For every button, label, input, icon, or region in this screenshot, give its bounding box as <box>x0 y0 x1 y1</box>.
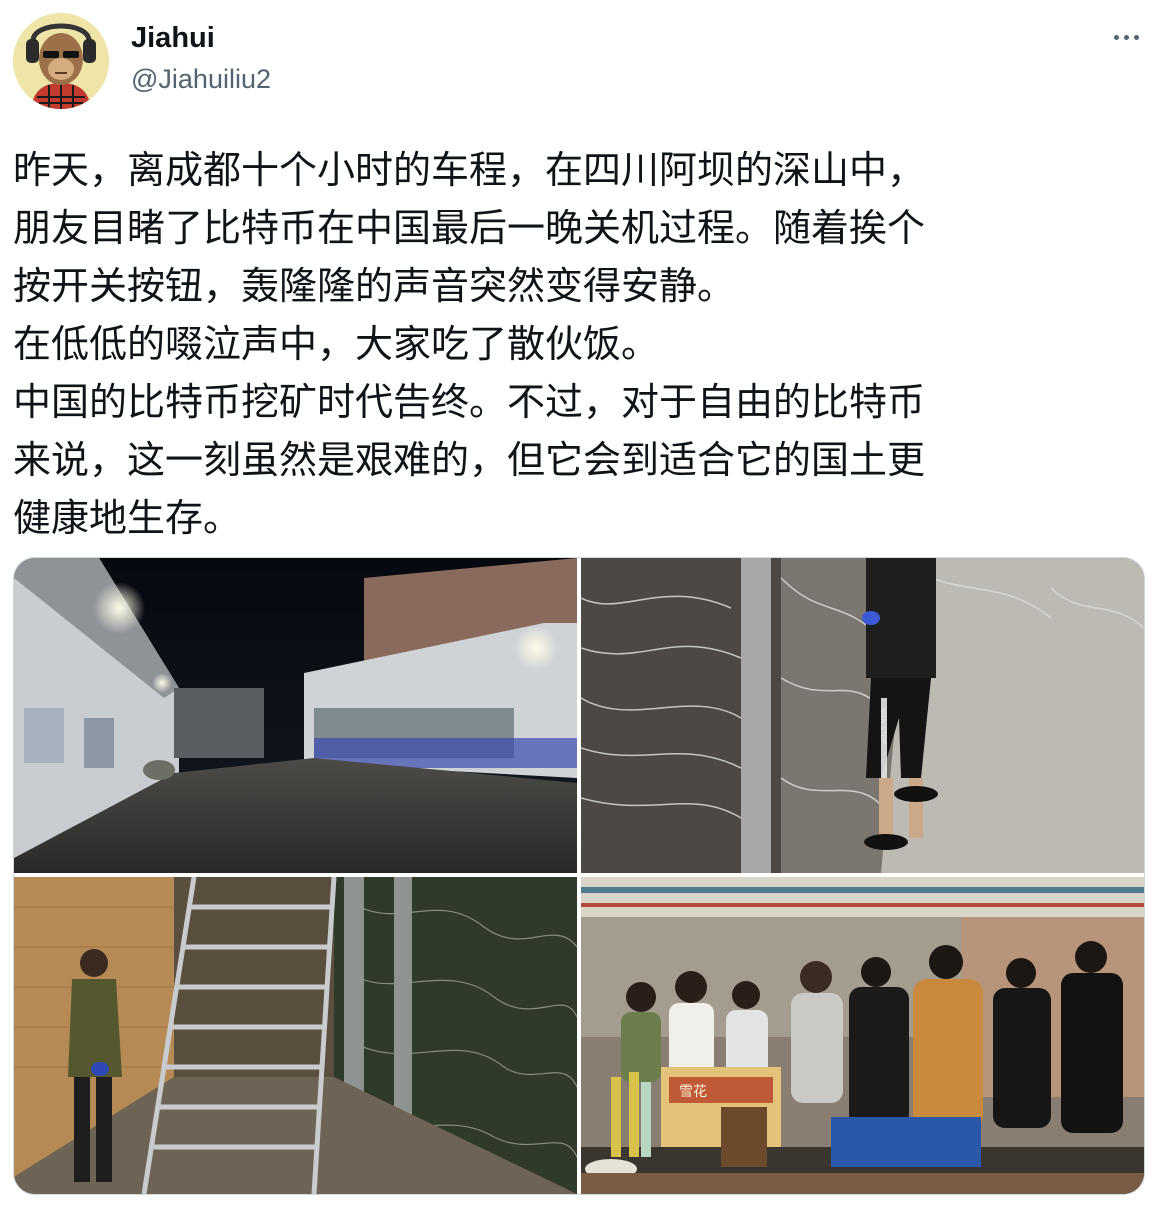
miner-racks-cables-photo[interactable]: NON STOP <box>581 558 1144 873</box>
tweet-text-line: 中国的比特币挖矿时代告终。不过，对于自由的比特币 <box>13 380 926 424</box>
tweet-text: 昨天，离成都十个小时的车程，在四川阿坝的深山中， 朋友目睹了比特币在中国最后一晚… <box>13 141 1143 547</box>
ape-avatar-icon[interactable] <box>13 13 109 109</box>
more-horizontal-icon[interactable] <box>1108 22 1144 52</box>
tweet-text-line: 健康地生存。 <box>13 496 242 540</box>
tweet-text-line: 按开关按钮，轰隆隆的声音突然变得安静。 <box>13 264 736 308</box>
farewell-dinner-photo[interactable]: 雪花 <box>581 877 1144 1194</box>
box-brand-text: 雪花 <box>679 1084 707 1100</box>
tweet-text-line: 来说，这一刻虽然是艰难的，但它会到适合它的国土更 <box>13 438 926 482</box>
tweet-text-line: 在低低的啜泣声中，大家吃了散伙饭。 <box>13 322 660 366</box>
tweet-card: Jiahui @Jiahuiliu2 昨天，离成都十个小时的车程，在四川阿坝的深… <box>0 0 1158 1218</box>
author-name[interactable]: Jiahui <box>131 22 215 55</box>
author-handle[interactable]: @Jiahuiliu2 <box>131 64 271 95</box>
shirt-print-text: NON STOP <box>879 708 886 745</box>
tweet-text-line: 昨天，离成都十个小时的车程，在四川阿坝的深山中， <box>13 148 926 192</box>
tweet-text-line: 朋友目睹了比特币在中国最后一晚关机过程。随着挨个 <box>13 206 926 250</box>
mining-farm-night-photo[interactable] <box>14 558 577 873</box>
worker-ladder-racks-photo[interactable] <box>14 877 577 1194</box>
media-grid: NON STOP 雪花 <box>13 557 1145 1195</box>
